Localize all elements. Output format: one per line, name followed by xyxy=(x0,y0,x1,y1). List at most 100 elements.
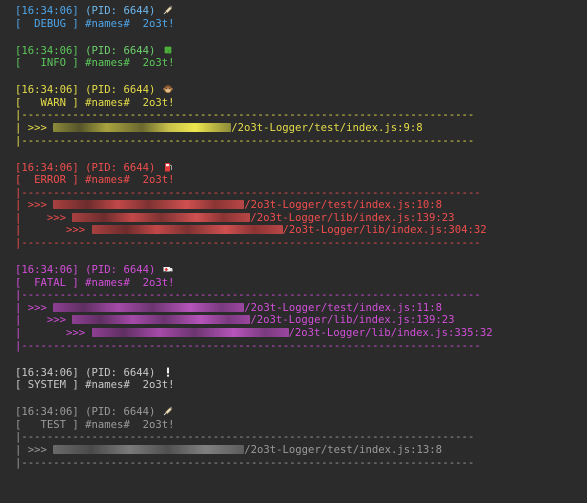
timestamp: [16:34:06] xyxy=(15,406,79,419)
timestamp: [16:34:06] xyxy=(15,264,79,277)
log-header: [16:34:06] (PID: 6644) xyxy=(15,264,587,277)
log-body: [ SYSTEM ] #names# 2o3t! xyxy=(15,379,587,392)
stack-frame: | >>> /2o3t-Logger/lib/index.js:335:32 xyxy=(15,327,587,340)
log-header: [16:34:06] (PID: 6644) xyxy=(15,84,587,97)
log-body: [ INFO ] #names# 2o3t! xyxy=(15,57,587,70)
timestamp: [16:34:06] xyxy=(15,44,79,57)
log-entry-test: [16:34:06] (PID: 6644) [ TEST ] #names# … xyxy=(15,406,587,469)
log-body: [ FATAL ] #names# 2o3t! xyxy=(15,277,587,290)
log-message: 2o3t! xyxy=(142,418,175,431)
level-label: [ INFO ] xyxy=(15,57,79,70)
pid: (PID: 6644) xyxy=(85,406,156,419)
pid: (PID: 6644) xyxy=(85,44,156,57)
pid: (PID: 6644) xyxy=(85,161,156,174)
log-header: [16:34:06] (PID: 6644) xyxy=(15,367,587,380)
log-message: 2o3t! xyxy=(142,174,175,187)
stack-frame: | >>> /2o3t-Logger/test/index.js:11:8 xyxy=(15,302,587,315)
stack-prefix: | >>> xyxy=(15,211,73,224)
log-message: 2o3t! xyxy=(142,96,175,109)
fuel-pump-icon xyxy=(165,162,173,172)
redacted-path xyxy=(53,444,245,454)
log-entry-error: [16:34:06] (PID: 6644) [ ERROR ] #names#… xyxy=(15,162,587,250)
terminal-output: [16:34:06] (PID: 6644) [ DEBUG ] #names#… xyxy=(0,0,587,503)
names-tag: #names# xyxy=(85,96,130,109)
redacted-path xyxy=(53,200,245,210)
redacted-path xyxy=(53,302,245,312)
names-tag: #names# xyxy=(85,379,130,392)
level-label: [ ERROR ] xyxy=(15,174,79,187)
log-entry-system: [16:34:06] (PID: 6644) [ SYSTEM ] #names… xyxy=(15,367,587,392)
names-tag: #names# xyxy=(85,276,130,289)
log-body: [ TEST ] #names# 2o3t! xyxy=(15,419,587,432)
timestamp: [16:34:06] xyxy=(15,161,79,174)
timestamp: [16:34:06] xyxy=(15,366,79,379)
stack-separator: |---------------------------------------… xyxy=(15,134,475,147)
stack-path: /2o3t-Logger/test/index.js:10:8 xyxy=(244,199,442,212)
log-header: [16:34:06] (PID: 6644) xyxy=(15,162,587,175)
log-body: [ DEBUG ] #names# 2o3t! xyxy=(15,18,587,31)
stack-separator: |---------------------------------------… xyxy=(15,289,481,302)
stack-path: /2o3t-Logger/lib/index.js:335:32 xyxy=(288,327,493,340)
stack-prefix: | >>> xyxy=(15,121,54,134)
pid: (PID: 6644) xyxy=(85,264,156,277)
stack-separator: |---------------------------------------… xyxy=(15,456,475,469)
stack-path: /2o3t-Logger/test/index.js:13:8 xyxy=(244,443,442,456)
pid: (PID: 6644) xyxy=(85,84,156,97)
stack-path: /2o3t-Logger/lib/index.js:139:23 xyxy=(250,314,455,327)
timestamp: [16:34:06] xyxy=(15,84,79,97)
names-tag: #names# xyxy=(85,57,130,70)
names-tag: #names# xyxy=(85,17,130,30)
level-label: [ TEST ] xyxy=(15,418,79,431)
level-label: [ FATAL ] xyxy=(15,276,79,289)
stack-prefix: | >>> xyxy=(15,199,54,212)
level-label: [ SYSTEM ] xyxy=(15,379,79,392)
ambulance-icon xyxy=(163,267,173,274)
stack-path: /2o3t-Logger/test/index.js:9:8 xyxy=(231,121,423,134)
stack-separator: |---------------------------------------… xyxy=(15,431,475,444)
stack-prefix: | >>> xyxy=(15,327,92,340)
log-header: [16:34:06] (PID: 6644) xyxy=(15,45,587,58)
log-entry-debug: [16:34:06] (PID: 6644) [ DEBUG ] #names#… xyxy=(15,5,587,30)
stack-separator: |---------------------------------------… xyxy=(15,339,481,352)
log-header: [16:34:06] (PID: 6644) xyxy=(15,406,587,419)
log-message: 2o3t! xyxy=(142,276,175,289)
log-header: [16:34:06] (PID: 6644) xyxy=(15,5,587,18)
stack-prefix: | >>> xyxy=(15,301,54,314)
stack-frame: | >>> /2o3t-Logger/lib/index.js:139:23 xyxy=(15,314,587,327)
log-body: [ WARN ] #names# 2o3t! xyxy=(15,97,587,110)
stack-separator: |---------------------------------------… xyxy=(15,237,481,250)
exclamation-icon xyxy=(167,367,170,377)
stack-separator: |---------------------------------------… xyxy=(15,109,475,122)
four-leaf-clover-icon xyxy=(164,46,172,55)
stack-path: /2o3t-Logger/test/index.js:11:8 xyxy=(244,301,442,314)
redacted-path xyxy=(91,225,283,235)
stack-frame: | >>> /2o3t-Logger/lib/index.js:139:23 xyxy=(15,212,587,225)
stack-frame: | >>> /2o3t-Logger/lib/index.js:304:32 xyxy=(15,224,587,237)
log-message: 2o3t! xyxy=(142,379,175,392)
stack-prefix: | >>> xyxy=(15,443,54,456)
pid: (PID: 6644) xyxy=(85,5,156,17)
stack-separator: |---------------------------------------… xyxy=(15,186,481,199)
stack-prefix: | >>> xyxy=(15,224,92,237)
syringe-icon xyxy=(163,406,173,416)
stack-prefix: | >>> xyxy=(15,314,73,327)
log-entry-warn: [16:34:06] (PID: 6644) [ WARN ] #names# … xyxy=(15,84,587,147)
pid: (PID: 6644) xyxy=(85,366,156,379)
stack-frame: | >>> /2o3t-Logger/test/index.js:10:8 xyxy=(15,199,587,212)
stack-path: /2o3t-Logger/lib/index.js:304:32 xyxy=(282,224,487,237)
log-message: 2o3t! xyxy=(142,17,175,30)
log-body: [ ERROR ] #names# 2o3t! xyxy=(15,174,587,187)
log-entry-info: [16:34:06] (PID: 6644) [ INFO ] #names# … xyxy=(15,45,587,70)
timestamp: [16:34:06] xyxy=(15,5,79,17)
syringe-icon xyxy=(163,5,173,15)
names-tag: #names# xyxy=(85,418,130,431)
level-label: [ WARN ] xyxy=(15,96,79,109)
stack-path: /2o3t-Logger/lib/index.js:139:23 xyxy=(250,211,455,224)
stack-frame: | >>> /2o3t-Logger/test/index.js:13:8 xyxy=(15,444,587,457)
log-message: 2o3t! xyxy=(142,57,175,70)
redacted-path xyxy=(53,122,232,132)
monkey-face-icon xyxy=(163,85,174,94)
redacted-path xyxy=(72,212,251,222)
log-entry-fatal: [16:34:06] (PID: 6644) [ FATAL ] #names#… xyxy=(15,264,587,352)
stack-frame: | >>> /2o3t-Logger/test/index.js:9:8 xyxy=(15,122,587,135)
